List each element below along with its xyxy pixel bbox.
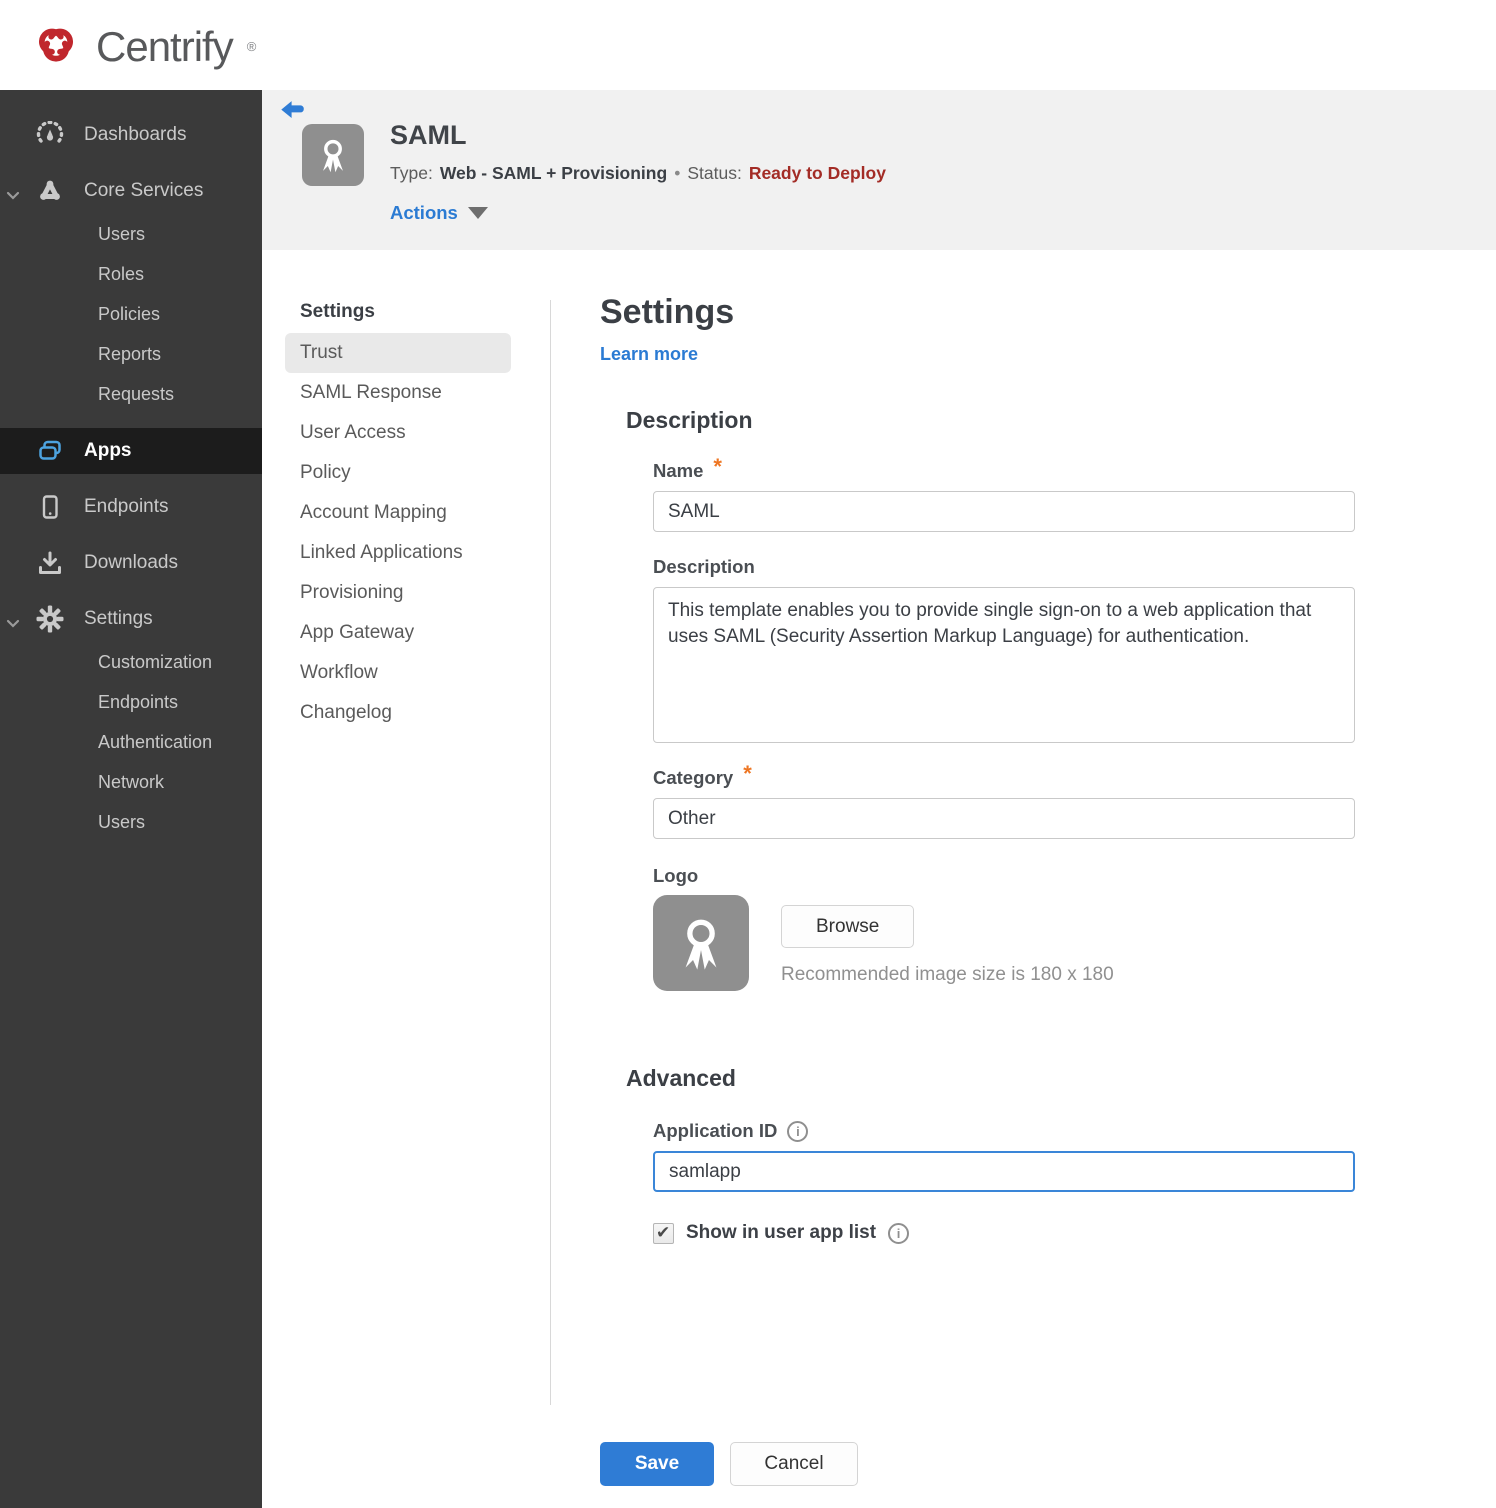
subnav-item-saml-response[interactable]: SAML Response xyxy=(285,373,511,413)
sidebar: Dashboards Core Services Users Roles Pol… xyxy=(0,90,262,1508)
subnav-item-workflow[interactable]: Workflow xyxy=(285,653,511,693)
top-bar: Centrify ® xyxy=(0,0,1496,90)
logo-size-hint: Recommended image size is 180 x 180 xyxy=(781,964,1114,985)
show-in-user-app-list-checkbox[interactable] xyxy=(653,1222,674,1244)
sidebar-item-reports[interactable]: Reports xyxy=(0,334,262,374)
back-arrow-icon[interactable] xyxy=(278,96,308,126)
description-section-heading: Description xyxy=(626,407,753,433)
sidebar-item-downloads[interactable]: Downloads xyxy=(0,540,262,586)
sidebar-item-settings[interactable]: Settings xyxy=(0,596,262,642)
settings-subnav: Settings Trust SAML Response User Access… xyxy=(285,293,511,733)
download-icon xyxy=(36,549,64,577)
logo-preview xyxy=(653,895,749,991)
description-field[interactable]: This template enables you to provide sin… xyxy=(653,587,1355,743)
form-footer: Save Cancel xyxy=(600,1442,858,1486)
status-value: Ready to Deploy xyxy=(748,163,886,183)
info-icon[interactable] xyxy=(787,1120,809,1142)
sidebar-item-label: Settings xyxy=(84,608,153,629)
category-label: Category xyxy=(653,767,734,788)
show-in-user-app-list-label: Show in user app list xyxy=(686,1222,877,1243)
info-icon[interactable] xyxy=(888,1222,910,1244)
type-label: Type: xyxy=(390,163,433,183)
sidebar-item-settings-endpoints[interactable]: Endpoints xyxy=(0,682,262,722)
sidebar-item-endpoints[interactable]: Endpoints xyxy=(0,484,262,530)
name-field[interactable] xyxy=(653,491,1355,532)
sidebar-item-label: Endpoints xyxy=(84,496,169,517)
application-id-label: Application ID xyxy=(653,1120,778,1141)
chevron-down-icon xyxy=(6,613,20,635)
sidebar-item-requests[interactable]: Requests xyxy=(0,374,262,414)
sidebar-item-label: Apps xyxy=(84,440,132,461)
required-asterisk: * xyxy=(743,761,752,786)
sidebar-item-users[interactable]: Users xyxy=(0,214,262,254)
subnav-item-linked-applications[interactable]: Linked Applications xyxy=(285,533,511,573)
subnav-item-policy[interactable]: Policy xyxy=(285,453,511,493)
app-header: SAML Type: Web - SAML + Provisioning • S… xyxy=(262,90,1496,250)
device-icon xyxy=(36,493,64,521)
gear-icon xyxy=(36,605,64,633)
brand-logo[interactable]: Centrify ® xyxy=(0,0,1496,77)
sidebar-item-label: Dashboards xyxy=(84,124,187,145)
sidebar-item-apps[interactable]: Apps xyxy=(0,428,262,474)
required-asterisk: * xyxy=(713,454,722,479)
app-meta: Type: Web - SAML + Provisioning • Status… xyxy=(390,163,886,184)
subnav-item-app-gateway[interactable]: App Gateway xyxy=(285,613,511,653)
chevron-down-icon xyxy=(6,185,20,207)
subnav-item-provisioning[interactable]: Provisioning xyxy=(285,573,511,613)
sidebar-item-authentication[interactable]: Authentication xyxy=(0,722,262,762)
ribbon-icon xyxy=(323,139,343,173)
logo-label: Logo xyxy=(653,865,699,886)
settings-form: Settings Learn more Description Name * D… xyxy=(600,293,1360,1244)
actions-label: Actions xyxy=(390,202,458,223)
subnav-item-changelog[interactable]: Changelog xyxy=(285,693,511,733)
name-label: Name xyxy=(653,460,704,481)
sidebar-item-dashboards[interactable]: Dashboards xyxy=(0,112,262,158)
app-logo xyxy=(302,124,364,186)
browse-button[interactable]: Browse xyxy=(781,905,915,948)
save-button[interactable]: Save xyxy=(600,1442,714,1486)
page-title: Settings xyxy=(600,293,735,331)
category-field[interactable] xyxy=(653,798,1355,839)
description-label: Description xyxy=(653,556,755,577)
sidebar-item-customization[interactable]: Customization xyxy=(0,642,262,682)
status-label: Status: xyxy=(687,163,742,183)
subnav-item-account-mapping[interactable]: Account Mapping xyxy=(285,493,511,533)
learn-more-link[interactable]: Learn more xyxy=(600,344,698,365)
vertical-divider xyxy=(550,300,551,1405)
registered-mark: ® xyxy=(246,39,257,54)
sidebar-item-network[interactable]: Network xyxy=(0,762,262,802)
gauge-icon xyxy=(36,121,64,149)
subnav-item-user-access[interactable]: User Access xyxy=(285,413,511,453)
centrify-swirl-icon xyxy=(28,16,84,77)
application-id-field[interactable] xyxy=(653,1151,1355,1192)
app-title: SAML xyxy=(390,120,467,150)
actions-dropdown[interactable]: Actions xyxy=(390,202,886,224)
apps-icon xyxy=(36,437,64,465)
sidebar-item-roles[interactable]: Roles xyxy=(0,254,262,294)
subnav-item-trust[interactable]: Trust xyxy=(285,333,511,373)
sidebar-item-core-services[interactable]: Core Services xyxy=(0,168,262,214)
brand-name: Centrify xyxy=(96,22,234,70)
sidebar-item-label: Core Services xyxy=(84,180,204,201)
caret-down-icon xyxy=(467,207,488,219)
cancel-button[interactable]: Cancel xyxy=(730,1442,858,1486)
sidebar-item-policies[interactable]: Policies xyxy=(0,294,262,334)
core-services-icon xyxy=(36,177,64,205)
advanced-section-heading: Advanced xyxy=(626,1065,736,1091)
subnav-header: Settings xyxy=(300,301,375,322)
ribbon-icon xyxy=(685,919,717,970)
type-value: Web - SAML + Provisioning xyxy=(439,163,668,183)
sidebar-item-label: Downloads xyxy=(84,552,178,573)
sidebar-item-settings-users[interactable]: Users xyxy=(0,802,262,842)
separator-dot: • xyxy=(674,163,681,183)
